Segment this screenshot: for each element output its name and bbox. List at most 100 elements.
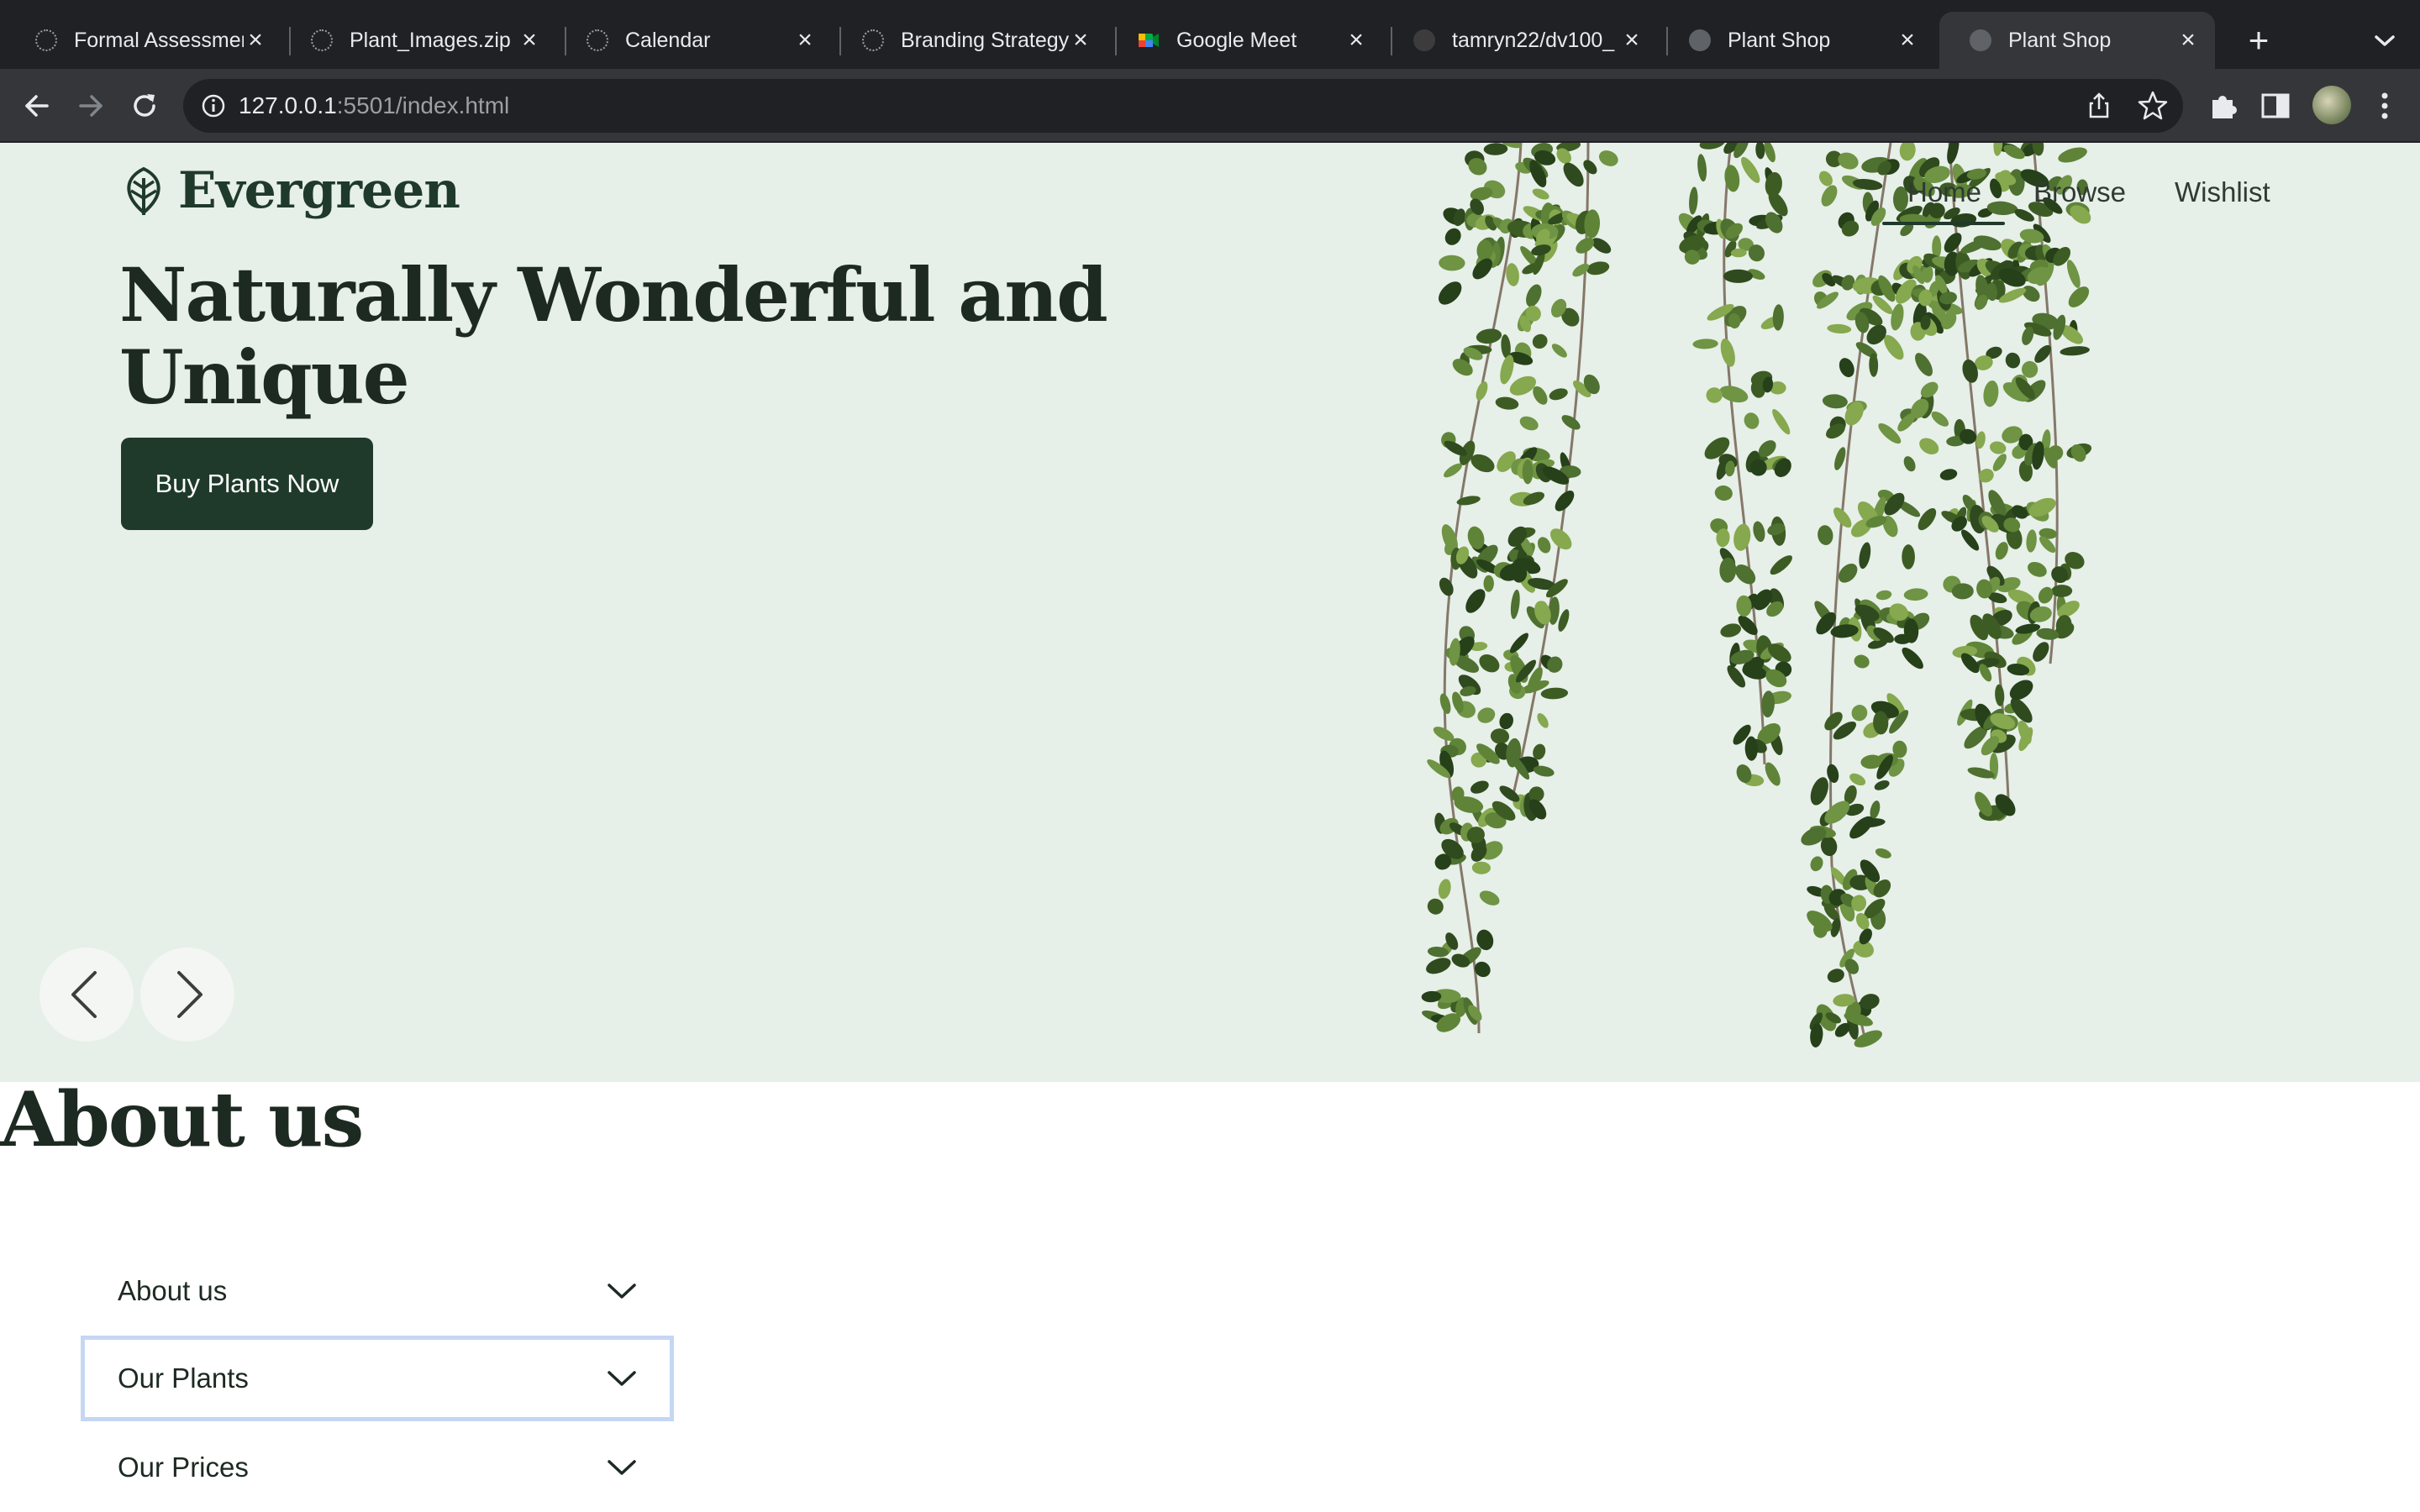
- nav-link-home[interactable]: Home: [1907, 176, 1981, 208]
- vine-leaf: [2066, 260, 2081, 288]
- vine-leaf: [1479, 890, 1500, 906]
- loading-spinner-icon: [862, 29, 884, 51]
- vine-leaf: [1471, 861, 1491, 874]
- vine-leaf: [1810, 777, 1828, 806]
- loading-spinner-icon: [35, 29, 57, 51]
- tab-google-meet[interactable]: Google Meet ×: [1107, 12, 1383, 69]
- hero-section: Evergreen Home Browse Wishlist Naturally…: [0, 143, 2420, 1082]
- close-tab-icon[interactable]: ×: [1344, 26, 1368, 55]
- vine-leaf: [1810, 856, 1823, 872]
- accordion-item-our-prices[interactable]: Our Prices: [81, 1425, 674, 1510]
- globe-icon: [1689, 29, 1711, 51]
- tab-plant-images-zip[interactable]: Plant_Images.zip ×: [281, 12, 556, 69]
- tab-title: Plant Shop: [2008, 28, 2112, 52]
- close-tab-icon[interactable]: ×: [244, 26, 267, 55]
- vine-leaf: [1699, 143, 1725, 150]
- brand-logo[interactable]: Evergreen: [119, 161, 460, 220]
- chevron-down-icon: [2375, 35, 2395, 46]
- vine-leaf: [1483, 143, 1508, 155]
- buy-plants-button[interactable]: Buy Plants Now: [121, 438, 373, 530]
- vine-leaf: [1992, 454, 2007, 471]
- carousel-next-button[interactable]: [140, 948, 234, 1042]
- tab-github[interactable]: tamryn22/dv100_ ×: [1383, 12, 1659, 69]
- vine-leaf: [1444, 463, 1462, 478]
- vine-leaf: [1849, 773, 1866, 786]
- vine-leaf: [1772, 408, 1791, 435]
- close-tab-icon[interactable]: ×: [1069, 26, 1092, 55]
- vine-leaf: [1827, 323, 1852, 333]
- forward-button[interactable]: [69, 84, 113, 128]
- back-button[interactable]: [15, 84, 59, 128]
- chevron-right-icon: [177, 971, 203, 1018]
- accordion-label: Our Plants: [118, 1362, 249, 1394]
- tab-branding-strategy[interactable]: Branding Strategy ×: [832, 12, 1107, 69]
- nav-link-browse[interactable]: Browse: [2033, 176, 2126, 208]
- tab-formal-assessment[interactable]: Formal Assessment ×: [5, 12, 282, 69]
- accordion-item-our-plants[interactable]: Our Plants: [81, 1336, 674, 1421]
- chevron-left-icon: [71, 971, 97, 1018]
- bookmark-star-icon[interactable]: [2136, 89, 2170, 123]
- tab-plant-shop-active[interactable]: Plant Shop ×: [1939, 12, 2215, 69]
- new-tab-button[interactable]: +: [2235, 17, 2282, 64]
- extensions-puzzle-icon[interactable]: [2205, 87, 2242, 124]
- close-tab-icon[interactable]: ×: [2176, 26, 2200, 55]
- vine-leaf: [2028, 561, 2047, 577]
- tab-title: Calendar: [625, 28, 711, 52]
- vine-leaf: [2058, 147, 2087, 163]
- vine-leaf: [1874, 780, 1890, 790]
- vine-leaf: [1915, 353, 1933, 376]
- vine-leaf: [1499, 712, 1513, 730]
- tab-plant-shop[interactable]: Plant Shop ×: [1659, 12, 1934, 69]
- brand-name: Evergreen: [178, 161, 460, 220]
- tab-calendar[interactable]: Calendar ×: [556, 12, 832, 69]
- vine-leaf: [1875, 848, 1891, 858]
- carousel-prev-button[interactable]: [39, 948, 134, 1042]
- url-text[interactable]: 127.0.0.1:5501/index.html: [239, 79, 509, 133]
- vine-leaf: [1899, 143, 1916, 161]
- vine-leaf: [1470, 780, 1489, 794]
- tab-title: Formal Assessment: [74, 28, 244, 52]
- close-tab-icon[interactable]: ×: [1620, 26, 1644, 55]
- nav-link-wishlist[interactable]: Wishlist: [2175, 176, 2270, 208]
- vine-leaf: [1598, 150, 1618, 166]
- github-icon: [1413, 29, 1435, 51]
- vine-leaf: [1995, 542, 2008, 560]
- info-icon[interactable]: [200, 92, 227, 119]
- tab-title: Plant_Images.zip: [350, 28, 511, 52]
- arrow-left-icon: [25, 95, 49, 117]
- vine-leaf: [1720, 338, 1735, 367]
- accordion-label: Our Prices: [118, 1452, 249, 1483]
- vine-leaf: [1827, 969, 1844, 983]
- vine-leaf: [2009, 680, 2033, 701]
- vine-leaf: [1741, 156, 1760, 183]
- accordion-label: About us: [118, 1275, 228, 1306]
- address-bar[interactable]: 127.0.0.1:5501/index.html: [183, 79, 2183, 133]
- vine-leaf: [1692, 339, 1718, 349]
- vine-leaf: [1537, 712, 1549, 728]
- globe-icon: [1970, 29, 1991, 51]
- side-panel-icon[interactable]: [2259, 89, 2292, 123]
- vine-leaf: [1770, 555, 1792, 575]
- vine-leaf: [1476, 381, 1488, 401]
- vine-leaf: [1903, 456, 1916, 472]
- url-host: 127.0.0.1: [239, 92, 337, 118]
- tab-title: tamryn22/dv100_: [1452, 28, 1615, 52]
- vine-leaf: [1510, 589, 1520, 619]
- close-tab-icon[interactable]: ×: [1896, 26, 1919, 55]
- vine-leaf: [1538, 537, 1551, 554]
- close-tab-icon[interactable]: ×: [793, 26, 817, 55]
- accordion-item-about-us[interactable]: About us: [81, 1248, 674, 1334]
- loading-spinner-icon: [587, 29, 608, 51]
- close-tab-icon[interactable]: ×: [518, 26, 541, 55]
- vine-leaf: [1733, 523, 1751, 551]
- leaf-logo-icon: [127, 166, 160, 215]
- profile-avatar[interactable]: [2312, 86, 2351, 124]
- vine-leaf: [1689, 186, 1698, 215]
- reload-button[interactable]: [123, 84, 166, 128]
- hero-title: Naturally Wonderful and Unique: [119, 251, 1108, 421]
- kebab-menu-icon[interactable]: [2368, 86, 2402, 126]
- share-icon[interactable]: [2084, 91, 2114, 121]
- vine-leaf: [2060, 346, 2090, 356]
- tab-search-button[interactable]: [2368, 18, 2402, 62]
- vine-leaf: [1561, 415, 1581, 430]
